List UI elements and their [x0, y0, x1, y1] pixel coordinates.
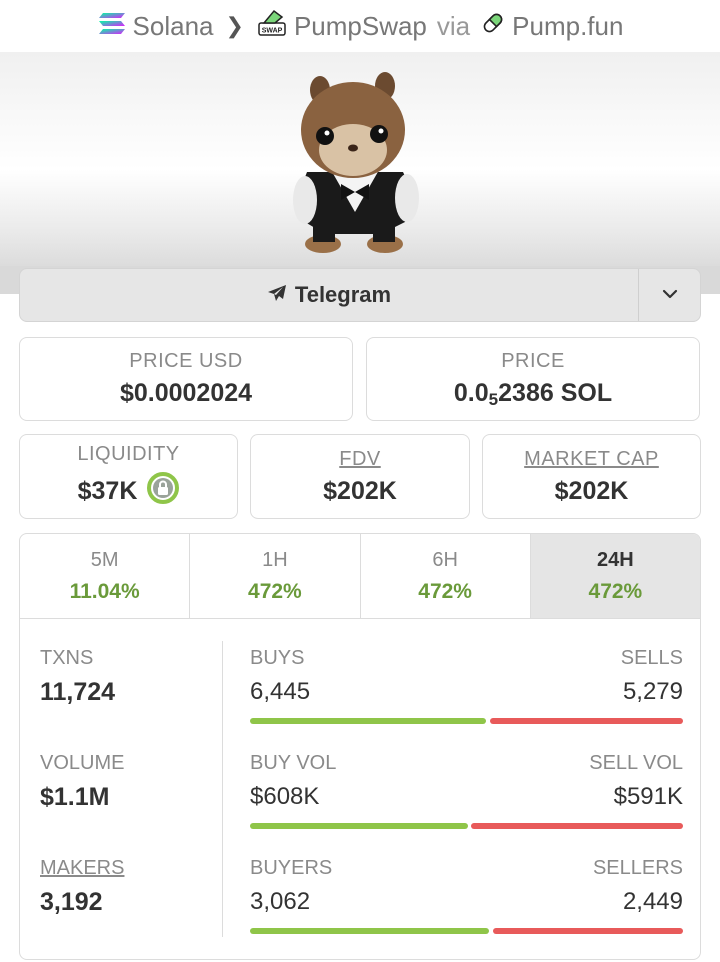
price-native-label: PRICE: [501, 350, 565, 372]
price-native-prefix: 0.0: [453, 379, 489, 407]
buys-sells-stat: BUYS SELLS 6,445 5,279: [250, 647, 683, 724]
buy-sell-volume-bar: [250, 823, 683, 829]
volume-stat: VOLUME $1.1M: [40, 752, 124, 812]
buys-label: BUYS: [250, 647, 305, 669]
socials-bar: Telegram: [19, 268, 701, 322]
sell-vol-label: SELL VOL: [589, 752, 683, 774]
liquidity-value-row: $37K: [77, 471, 180, 511]
price-native-value: 0.0 5 2386 SOL: [453, 379, 613, 409]
tab-5m[interactable]: 5M 11.04%: [20, 534, 191, 618]
buy-vol-label: BUY VOL: [250, 752, 337, 774]
sellers-value: 2,449: [622, 888, 683, 915]
buyers-sellers-bar: [250, 928, 683, 934]
launchpad-name: Pump.fun: [512, 10, 624, 41]
lock-icon[interactable]: [147, 471, 180, 511]
sellers-label: SELLERS: [592, 857, 683, 879]
volume-value: $1.1M: [40, 783, 110, 811]
price-usd-box: PRICE USD $0.0002024: [19, 337, 353, 421]
liquidity-value: $37K: [77, 476, 138, 505]
price-usd-value: $0.0002024: [119, 379, 253, 407]
chain-name: Solana: [132, 10, 214, 41]
via-text: via: [436, 10, 471, 41]
sells-label: SELLS: [620, 647, 683, 669]
buy-bar-fill: [250, 718, 487, 724]
txns-stat: TXNS 11,724: [40, 647, 115, 707]
txns-label: TXNS: [40, 647, 94, 669]
price-usd-label: PRICE USD: [129, 350, 243, 372]
tab-label: 6H: [432, 548, 458, 571]
price-native-box: PRICE 0.0 5 2386 SOL: [366, 337, 700, 421]
chain-crumb[interactable]: Solana: [97, 11, 214, 42]
liquidity-box: LIQUIDITY $37K: [19, 434, 238, 519]
price-native-zero-count: 5: [488, 389, 499, 409]
tab-24h[interactable]: 24H 472%: [530, 534, 700, 618]
volume-label: VOLUME: [40, 752, 125, 774]
launchpad-crumb[interactable]: Pump.fun: [480, 10, 623, 43]
socials-expand-button[interactable]: [638, 269, 700, 321]
liquidity-label: LIQUIDITY: [77, 442, 180, 465]
buyers-sellers-stat: BUYERS SELLERS 3,062 2,449: [250, 857, 683, 934]
fdv-box: FDV $202K: [250, 434, 470, 519]
tab-change: 11.04%: [69, 579, 140, 603]
paper-plane-icon: [267, 282, 287, 308]
stats-rows: TXNS 11,724 BUYS SELLS 6,445 5,279 VOLUM…: [20, 619, 700, 959]
buyers-label: BUYERS: [250, 857, 333, 879]
market-cap-label[interactable]: MARKET CAP: [524, 448, 659, 471]
sells-value: 5,279: [622, 678, 683, 705]
stats-divider: [222, 641, 223, 937]
buy-sell-volume-stat: BUY VOL SELL VOL $608K $591K: [250, 752, 683, 829]
sell-bar-fill: [490, 718, 683, 724]
tab-label: 24H: [597, 548, 634, 571]
buys-value: 6,445: [250, 678, 311, 705]
pill-icon: [480, 10, 506, 43]
price-native-suffix: 2386 SOL: [498, 379, 613, 407]
token-mascot-image: [293, 72, 419, 253]
breadcrumb: Solana ❯ SWAP PumpSwap via Pump.fun: [0, 0, 720, 52]
svg-text:SWAP: SWAP: [262, 27, 283, 34]
dex-name: PumpSwap: [293, 10, 427, 41]
solana-icon: [97, 11, 127, 42]
tab-6h[interactable]: 6H 472%: [361, 534, 531, 618]
fdv-value: $202K: [323, 476, 397, 505]
makers-label[interactable]: MAKERS: [40, 857, 124, 880]
makers-value: 3,192: [40, 888, 103, 916]
market-cap-box: MARKET CAP $202K: [482, 434, 701, 519]
dex-crumb[interactable]: SWAP PumpSwap: [256, 8, 427, 45]
tab-1h[interactable]: 1H 472%: [190, 534, 361, 618]
token-banner: [0, 52, 720, 294]
sell-vol-value: $591K: [613, 783, 683, 810]
tab-change: 472%: [248, 579, 302, 603]
makers-stat: MAKERS 3,192: [40, 857, 124, 917]
buyers-value: 3,062: [250, 888, 311, 915]
tab-change: 472%: [588, 579, 643, 603]
buy-vol-value: $608K: [250, 783, 320, 810]
tab-change: 472%: [418, 579, 472, 603]
txns-value: 11,724: [40, 678, 116, 706]
tab-label: 1H: [262, 548, 288, 571]
timeframe-tabs: 5M 11.04% 1H 472% 6H 472% 24H 472%: [20, 534, 700, 619]
telegram-button[interactable]: Telegram: [20, 269, 638, 321]
chevron-right-icon: ❯: [225, 13, 244, 38]
telegram-label: Telegram: [294, 282, 392, 307]
sell-bar-fill: [471, 823, 683, 829]
market-cap-value: $202K: [554, 476, 629, 505]
buy-bar-fill: [250, 823, 468, 829]
buys-sells-bar: [250, 718, 683, 724]
chevron-down-icon: [662, 286, 678, 304]
sell-bar-fill: [492, 928, 683, 934]
buy-bar-fill: [250, 928, 489, 934]
tab-label: 5M: [90, 548, 119, 571]
pumpswap-icon: SWAP: [256, 8, 288, 45]
fdv-label[interactable]: FDV: [339, 448, 381, 471]
trading-stats-panel: 5M 11.04% 1H 472% 6H 472% 24H 472% TXNS …: [19, 533, 701, 960]
